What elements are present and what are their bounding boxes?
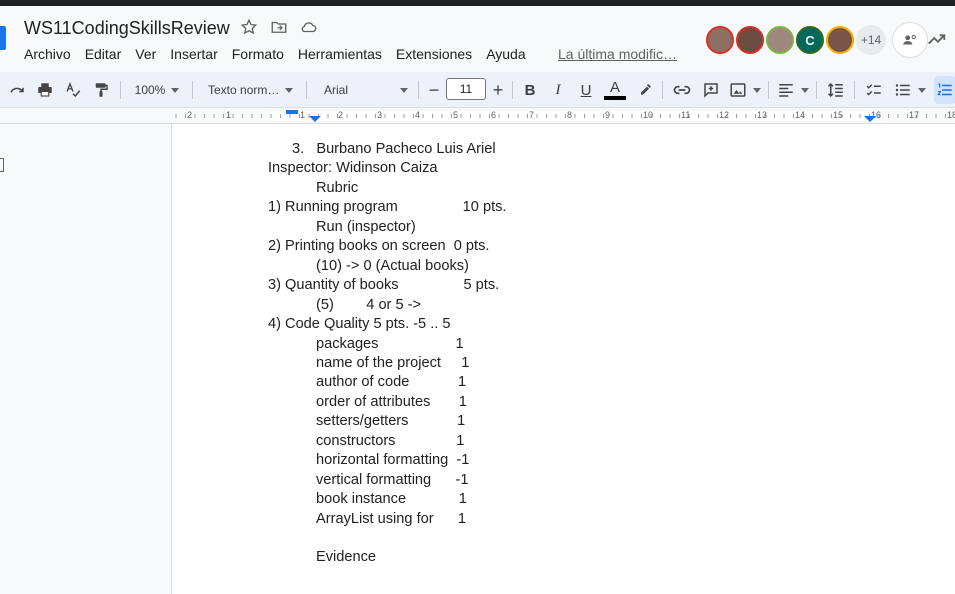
chevron-down-icon [801,87,809,93]
paint-format-icon[interactable] [90,76,112,104]
chevron-down-icon [285,87,294,93]
outline-panel [0,124,172,594]
zoom-value: 100% [134,83,166,97]
star-icon[interactable] [240,18,258,36]
increase-font-size-button[interactable]: + [488,76,508,104]
underline-button[interactable]: U [576,76,596,104]
italic-button[interactable]: I [548,76,568,104]
document-line: (10) -> 0 (Actual books) [316,257,469,274]
document-line: setters/getters 1 [316,413,466,430]
docs-header: WS11CodingSkillsReview Archivo Editar Ve… [0,6,955,70]
spellcheck-icon[interactable] [62,76,84,104]
checklist-icon[interactable] [862,76,886,104]
toolbar-divider [512,81,513,99]
document-line: Evidence [316,549,377,566]
font-family-value: Arial [324,83,349,97]
cloud-status-icon[interactable] [300,18,318,36]
numbered-list-icon[interactable] [934,76,955,104]
document-line: 3) Quantity of books 5 pts. [268,277,500,294]
document-line: 3. Burbano Pacheco Luis Ariel [292,141,496,157]
document-line: Run (inspector) [316,218,416,235]
document-line: horizontal formatting -1 [316,452,470,469]
move-folder-icon[interactable] [270,18,288,36]
document-line: 2) Printing books on screen 0 pts. [268,238,490,255]
avatar[interactable] [706,26,734,54]
toolbar-divider [120,81,121,99]
avatar[interactable] [766,26,794,54]
link-icon[interactable] [670,76,694,104]
ruler-markers[interactable] [0,108,955,124]
avatar[interactable] [826,26,854,54]
toolbar-divider [662,81,663,99]
paragraph-style-value: Texto norm… [208,83,280,97]
toolbar-divider [418,81,419,99]
document-outline-icon[interactable] [0,158,4,172]
right-indent-marker [864,116,876,122]
horizontal-ruler[interactable]: 2 1 1 2 3 4 5 6 7 8 9 10 11 12 13 14 15 16 17 18 [0,108,955,124]
toolbar-divider [768,81,769,99]
menu-herramientas[interactable]: Herramientas [298,46,382,62]
chevron-down-icon [918,87,926,93]
document-line: author of code 1 [316,374,467,391]
menu-bar: Archivo Editar Ver Insertar Formato Herr… [24,46,526,62]
add-comment-icon[interactable] [700,76,722,104]
avatar[interactable] [736,26,764,54]
document-line: 4) Code Quality 5 pts. -5 .. 5 [268,316,451,333]
bold-button[interactable]: B [520,76,540,104]
redo-icon[interactable] [6,76,28,104]
document-line: name of the project 1 [316,354,470,371]
menu-archivo[interactable]: Archivo [24,46,71,62]
chevron-down-icon [400,87,408,93]
first-line-indent-marker [286,110,298,114]
document-line: Inspector: Widinson Caiza [268,160,438,177]
docs-logo-icon[interactable] [0,26,6,50]
document-line: book instance 1 [316,491,467,508]
menu-formato[interactable]: Formato [232,46,284,62]
menu-extensiones[interactable]: Extensiones [396,46,472,62]
align-left-icon[interactable] [776,76,810,104]
highlight-icon[interactable] [634,76,656,104]
share-people-icon[interactable] [892,22,928,58]
document-line: ArrayList using for 1 [316,510,467,527]
text-color-button[interactable]: A [603,76,627,104]
toolbar-divider [306,81,307,99]
menu-ayuda[interactable]: Ayuda [486,46,525,62]
document-line: 1) Running program 10 pts. [268,199,507,216]
decrease-font-size-button[interactable]: − [424,76,444,104]
collaborator-avatars: C +14 [706,22,928,58]
document-line: vertical formatting -1 [316,471,469,488]
document-line: order of attributes 1 [316,393,467,410]
left-indent-marker [309,116,321,122]
font-size-input[interactable]: 11 [446,78,486,100]
bulleted-list-icon[interactable] [892,76,928,104]
document-line: packages 1 [316,335,464,352]
document-line: (5) 4 or 5 -> [316,296,422,313]
avatar[interactable]: C [796,26,824,54]
zoom-select[interactable]: 100% [128,76,186,104]
title-actions [240,18,318,36]
paragraph-style-select[interactable]: Texto norm… [200,76,302,104]
menu-ver[interactable]: Ver [135,46,156,62]
toolbar-divider [816,81,817,99]
line-spacing-icon[interactable] [824,76,848,104]
activity-trend-icon[interactable] [926,28,948,50]
document-line: constructors 1 [316,432,465,449]
document-line: Rubric [316,179,359,196]
chevron-down-icon [171,87,180,93]
chevron-down-icon [753,87,761,93]
more-collaborators-badge[interactable]: +14 [856,25,886,55]
toolbar-divider [854,81,855,99]
font-family-select[interactable]: Arial [314,76,414,104]
document-title[interactable]: WS11CodingSkillsReview [24,18,230,39]
menu-editar[interactable]: Editar [85,46,122,62]
document-page[interactable]: 3. Burbano Pacheco Luis Ariel Inspector: … [172,124,955,594]
insert-image-icon[interactable] [728,76,762,104]
last-modified-link[interactable]: La última modific… [558,46,677,62]
menu-insertar[interactable]: Insertar [170,46,217,62]
toolbar-divider [192,81,193,99]
print-icon[interactable] [34,76,56,104]
